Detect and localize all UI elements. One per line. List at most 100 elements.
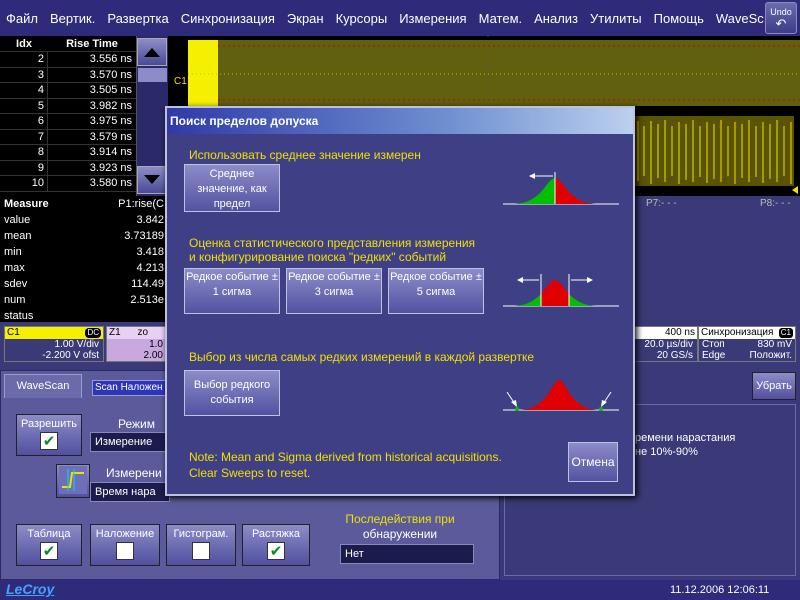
z1-line2: 2.00 <box>143 350 163 361</box>
enable-toggle[interactable]: Разрешить ✔ <box>16 414 82 456</box>
table-row[interactable]: 9 3.923 ns <box>0 160 136 176</box>
select-rare-event-button[interactable]: Выбор редкого события <box>184 370 280 416</box>
trigger-title: Синхронизация <box>701 327 774 338</box>
z1-name: Z1 <box>109 327 121 338</box>
rare-event-3sigma-button[interactable]: Редкое событие ± 3 сигма <box>286 268 382 314</box>
histogram-label: Гистограм. <box>173 528 229 540</box>
measurement-icon-button[interactable] <box>56 464 90 498</box>
rare-event-5sigma-button[interactable]: Редкое событие ± 5 сигма <box>388 268 484 314</box>
enable-checkbox[interactable]: ✔ <box>40 432 58 450</box>
overlay-label: Наложение <box>95 528 155 540</box>
timebase-tdiv: 400 ns <box>633 327 697 339</box>
row-value: 3.505 ns <box>89 84 132 96</box>
row-idx: 9 <box>0 160 48 175</box>
menu-trigger[interactable]: Синхронизация <box>175 11 281 26</box>
section2-label-line1: Оценка статистического представления изм… <box>189 236 476 250</box>
triangle-down-icon <box>144 175 160 184</box>
mode-select[interactable]: Измерение <box>90 432 170 452</box>
menu-utilities[interactable]: Утилиты <box>584 11 648 26</box>
bell-curve-sigma-icon <box>503 274 619 307</box>
table-row[interactable]: 7 3.579 ns <box>0 129 136 145</box>
c1-vdiv: 1.00 V/div <box>54 339 99 350</box>
table-scrollbar[interactable] <box>136 36 168 196</box>
row-idx: 6 <box>0 114 48 129</box>
results-table[interactable]: Idx Rise Time 2 3.556 ns 3 3.570 ns 4 3.505… <box>0 36 136 196</box>
actions-label-line1: Последействия при <box>345 512 455 526</box>
measure-value: 3.418 <box>136 246 164 258</box>
menu-analysis[interactable]: Анализ <box>528 11 584 26</box>
tolerance-search-dialog: Поиск пределов допуска Использовать сред… <box>165 106 635 496</box>
stretch-checkbox[interactable]: ✔ <box>267 542 285 560</box>
datetime: 11.12.2006 12:06:11 <box>670 584 770 596</box>
z1-channel-box[interactable]: Z1 zo 1.0 2.00 <box>106 326 166 362</box>
scroll-up-button[interactable] <box>137 38 167 66</box>
table-row[interactable]: 3 3.570 ns <box>0 67 136 83</box>
table-row[interactable]: 4 3.505 ns <box>0 83 136 99</box>
tab-wavescan[interactable]: WaveScan <box>4 374 82 398</box>
menu-file[interactable]: Файл <box>0 11 44 26</box>
mode-label: Режим <box>118 417 155 431</box>
stretch-toggle[interactable]: Растяжка ✔ <box>242 524 310 566</box>
rare-event-1sigma-button[interactable]: Редкое событие ± 1 сигма <box>184 268 280 314</box>
histogram-toggle[interactable]: Гистограм. <box>166 524 236 566</box>
table-row[interactable]: 2 3.556 ns <box>0 52 136 68</box>
mean-limit-button[interactable]: Среднее значение, как предел <box>184 164 280 212</box>
cancel-button[interactable]: Отмена <box>568 442 618 482</box>
measure-header: Measure <box>4 198 49 210</box>
tab-scan-overlay[interactable]: Scan Наложен <box>92 380 168 396</box>
table-row[interactable]: 10 3.580 ns <box>0 176 136 192</box>
section1-label: Использовать среднее значение измерен <box>189 148 421 162</box>
menu-timebase[interactable]: Развертка <box>101 11 174 26</box>
row-value: 3.982 ns <box>89 99 132 112</box>
menu-measure[interactable]: Измерения <box>393 11 472 26</box>
row-value: 3.579 ns <box>89 130 132 143</box>
table-header: Idx Rise Time <box>0 36 136 52</box>
table-row[interactable]: 6 3.975 ns <box>0 114 136 130</box>
c1-channel-box[interactable]: C1 DC 1.00 V/div -2.200 V ofst <box>4 326 104 362</box>
measure-panel: Measure P1:rise(C value 3.842 mean 3.73189 … <box>0 196 168 322</box>
row-idx: 4 <box>0 83 48 98</box>
overlay-toggle[interactable]: Наложение <box>90 524 160 566</box>
menu-vertical[interactable]: Вертик. <box>44 11 101 26</box>
measure-value: 114.49 <box>131 278 164 290</box>
col-idx: Idx <box>16 38 32 50</box>
remove-button[interactable]: Убрать <box>752 372 796 400</box>
row-value: 3.580 ns <box>89 177 132 189</box>
lecroy-logo[interactable]: LeCroy <box>6 581 54 597</box>
note-line2: Clear Sweeps to reset. <box>189 466 311 480</box>
dialog-title: Поиск пределов допуска <box>167 108 633 134</box>
actions-select[interactable]: Нет <box>340 544 474 564</box>
menu-cursors[interactable]: Курсоры <box>330 11 394 26</box>
bell-curve-rare-icon <box>503 380 619 411</box>
menu-help[interactable]: Помощь <box>648 11 710 26</box>
table-toggle[interactable]: Таблица ✔ <box>16 524 82 566</box>
measurement-select[interactable]: Время нара <box>90 482 170 502</box>
timebase-sample-rate: 20 GS/s <box>656 350 693 361</box>
undo-button[interactable]: Undo ↶ <box>765 2 797 34</box>
histogram-checkbox[interactable] <box>192 542 210 560</box>
scroll-thumb[interactable] <box>138 68 167 82</box>
measure-label: max <box>4 262 25 274</box>
menu-display[interactable]: Экран <box>281 11 330 26</box>
table-checkbox[interactable]: ✔ <box>40 542 58 560</box>
measure-value: 2.513e <box>130 294 164 306</box>
row-value: 3.923 ns <box>89 161 132 174</box>
c1-offset: -2.200 V ofst <box>42 350 99 361</box>
scroll-down-button[interactable] <box>137 166 167 194</box>
z1-short: zo <box>137 327 149 338</box>
trigger-slope: Положит. <box>749 350 792 361</box>
stretch-label: Растяжка <box>251 528 301 540</box>
measure-label: sdev <box>4 278 28 290</box>
table-row[interactable]: 8 3.914 ns <box>0 145 136 161</box>
row-idx: 5 <box>0 98 48 113</box>
c1-name: C1 <box>7 327 20 338</box>
trigger-box[interactable]: Синхронизация C1 Стоп 830 mV Edge Положит. <box>698 326 796 362</box>
p7-label: P7:- - - <box>646 198 677 209</box>
menu-math[interactable]: Матем. <box>473 11 529 26</box>
description-text: ремени нарастания не 10%-90% <box>635 431 735 459</box>
table-row[interactable]: 5 3.982 ns <box>0 98 136 114</box>
overlay-checkbox[interactable] <box>116 542 134 560</box>
timebase-box[interactable]: 400 ns 20.0 µs/div 20 GS/s <box>632 326 698 362</box>
measure-value <box>70 308 168 324</box>
bell-curve-mean-icon <box>503 172 619 205</box>
